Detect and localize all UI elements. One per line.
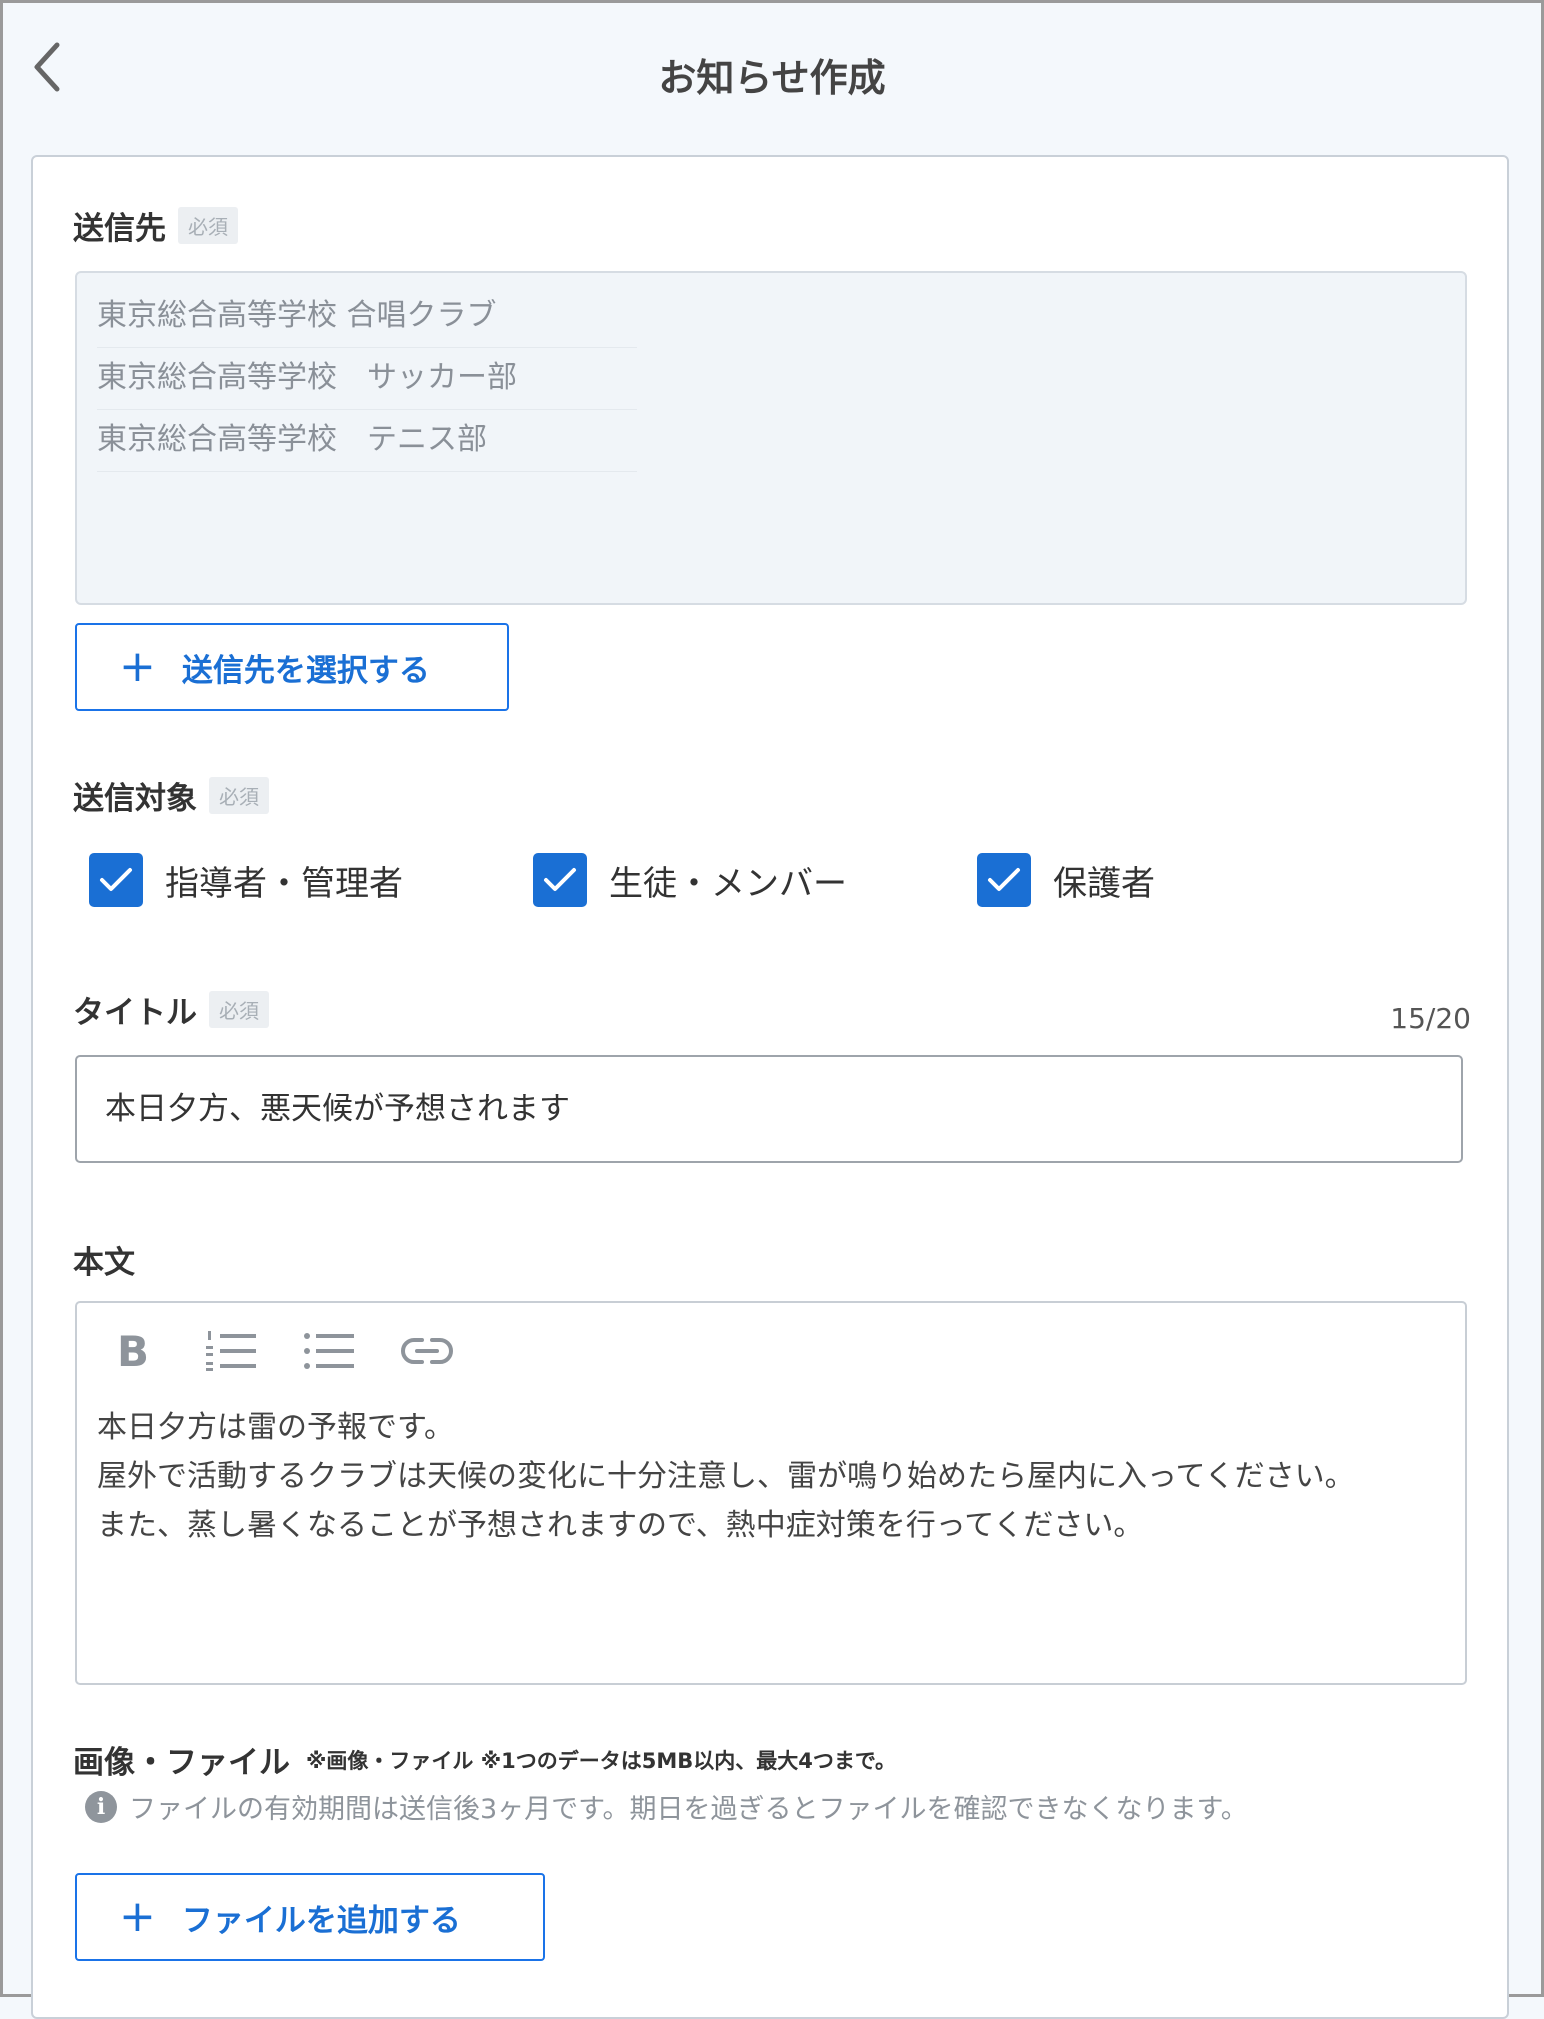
destination-list: 東京総合高等学校 合唱クラブ 東京総合高等学校 サッカー部 東京総合高等学校 テ… (75, 271, 1467, 605)
title-label-text: タイトル (73, 995, 197, 1031)
form-card: 送信先 必須 東京総合高等学校 合唱クラブ 東京総合高等学校 サッカー部 東京総… (31, 155, 1509, 2019)
ordered-list-icon (206, 1331, 256, 1371)
files-label: 画像・ファイル ※画像・ファイル ※1つのデータは5MB以内、最大4つまで。 (73, 1737, 896, 1782)
check-icon (100, 868, 132, 891)
body-label-text: 本文 (73, 1245, 135, 1281)
checkbox-instructors[interactable] (89, 853, 143, 907)
check-icon (544, 868, 576, 891)
title-char-counter: 15/20 (1390, 1002, 1471, 1035)
info-icon: i (85, 1790, 117, 1823)
check-icon (988, 868, 1020, 891)
target-option-instructors[interactable]: 指導者・管理者 (89, 853, 403, 907)
link-icon (401, 1338, 453, 1364)
title-label: タイトル 必須 (73, 987, 269, 1032)
select-destination-button[interactable]: + 送信先を選択する (75, 623, 509, 711)
destination-item: 東京総合高等学校 サッカー部 (97, 347, 637, 410)
required-badge: 必須 (209, 991, 269, 1028)
required-badge: 必須 (209, 777, 269, 814)
body-label: 本文 (73, 1237, 135, 1282)
plus-icon: + (119, 641, 156, 692)
plus-icon: + (119, 1891, 156, 1942)
destination-item: 東京総合高等学校 テニス部 (97, 409, 637, 472)
target-label: 送信対象 必須 (73, 773, 269, 818)
checkbox-students[interactable] (533, 853, 587, 907)
files-note: ※画像・ファイル ※1つのデータは5MB以内、最大4つまで。 (306, 1748, 897, 1773)
body-editor[interactable]: B 本日夕方は雷の予報です。 屋外で活動するクラブは天候の変化に十分注意し、雷が… (75, 1301, 1467, 1685)
destination-label: 送信先 必須 (73, 203, 238, 248)
files-label-text: 画像・ファイル (73, 1745, 290, 1781)
bold-icon: B (116, 1326, 149, 1376)
add-file-button[interactable]: + ファイルを追加する (75, 1873, 545, 1961)
target-option-guardians[interactable]: 保護者 (977, 853, 1155, 907)
add-file-label: ファイルを追加する (181, 1902, 461, 1939)
editor-toolbar: B (103, 1321, 495, 1381)
checkbox-label: 保護者 (1053, 863, 1155, 904)
destination-label-text: 送信先 (73, 211, 166, 247)
checkbox-label: 指導者・管理者 (165, 863, 403, 904)
checkbox-label: 生徒・メンバー (609, 863, 847, 904)
bold-button[interactable]: B (103, 1321, 163, 1381)
link-button[interactable] (397, 1321, 457, 1381)
body-text[interactable]: 本日夕方は雷の予報です。 屋外で活動するクラブは天候の変化に十分注意し、雷が鳴り… (97, 1403, 1447, 1550)
destination-item: 東京総合高等学校 合唱クラブ (97, 285, 637, 348)
files-info: i ファイルの有効期間は送信後3ヶ月です。期日を過ぎるとファイルを確認できなくな… (85, 1787, 1248, 1826)
ordered-list-button[interactable] (201, 1321, 261, 1381)
bullet-list-icon (304, 1333, 354, 1369)
target-options: 指導者・管理者 生徒・メンバー 保護者 (89, 853, 1389, 913)
screen: お知らせ作成 送信先 必須 東京総合高等学校 合唱クラブ 東京総合高等学校 サッ… (0, 0, 1544, 2019)
target-option-students[interactable]: 生徒・メンバー (533, 853, 847, 907)
header: お知らせ作成 (3, 3, 1541, 143)
page-title: お知らせ作成 (658, 56, 886, 100)
checkbox-guardians[interactable] (977, 853, 1031, 907)
title-input[interactable]: 本日夕方、悪天候が予想されます (75, 1055, 1463, 1163)
required-badge: 必須 (178, 207, 238, 244)
target-label-text: 送信対象 (73, 781, 197, 817)
select-destination-label: 送信先を選択する (181, 652, 430, 689)
bullet-list-button[interactable] (299, 1321, 359, 1381)
files-info-text: ファイルの有効期間は送信後3ヶ月です。期日を過ぎるとファイルを確認できなくなりま… (129, 1794, 1248, 1825)
